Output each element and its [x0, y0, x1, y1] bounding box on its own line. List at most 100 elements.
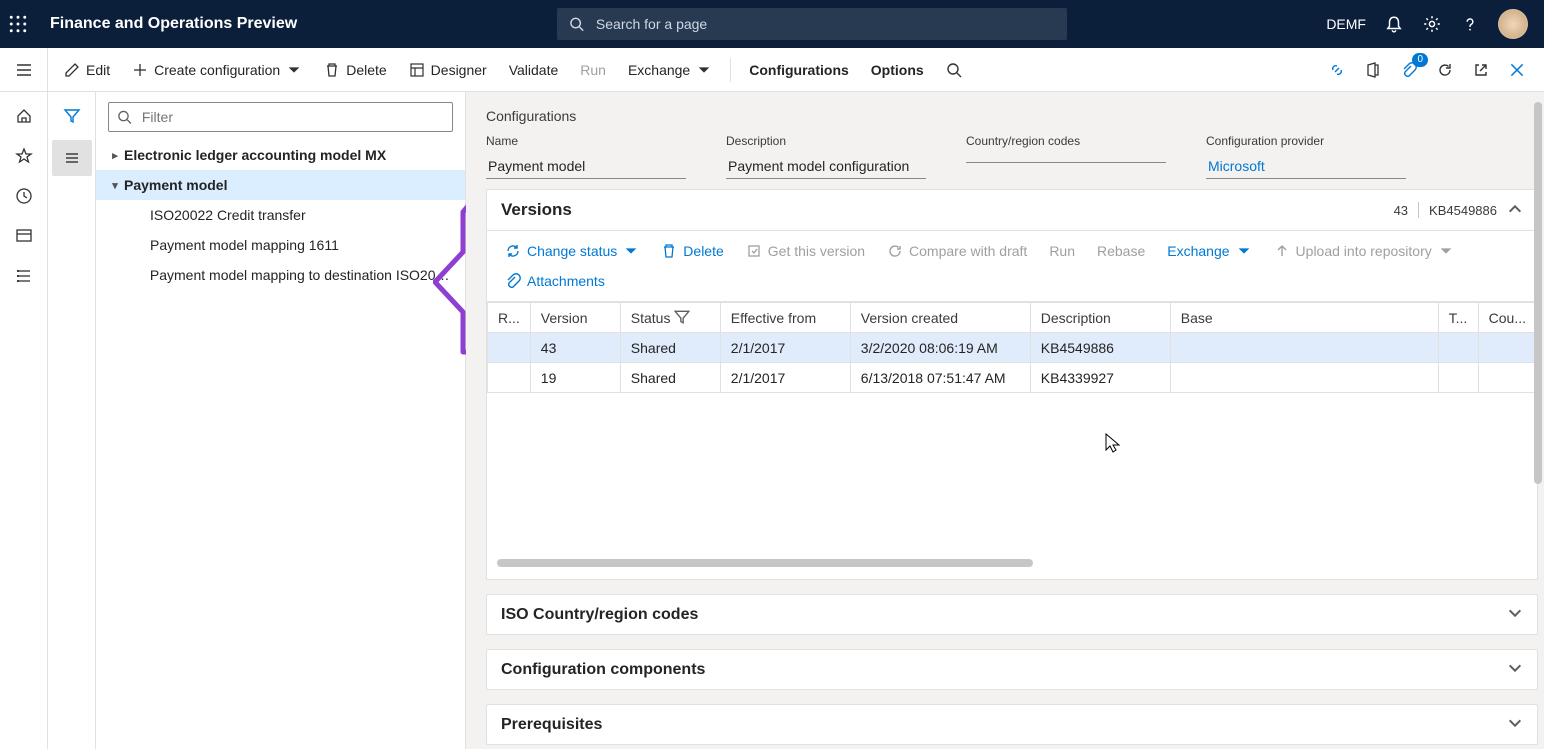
attachments-label: Attachments — [527, 273, 605, 289]
rail-recent-icon[interactable] — [4, 178, 44, 214]
cell-description[interactable]: KB4549886 — [1030, 333, 1170, 363]
tree-node[interactable]: ▸Electronic ledger accounting model MX — [96, 140, 465, 170]
cell-rowmark[interactable] — [488, 333, 531, 363]
rebase-button: Rebase — [1089, 239, 1153, 263]
top-navbar: Finance and Operations Preview DEMF — [0, 0, 1544, 48]
change-status-label: Change status — [527, 243, 617, 259]
cell-base[interactable] — [1170, 363, 1438, 393]
bell-icon[interactable] — [1384, 14, 1404, 34]
col-t[interactable]: T... — [1438, 303, 1478, 333]
tree-node[interactable]: ISO20022 Credit transfer — [96, 200, 465, 230]
version-exchange-button[interactable]: Exchange — [1159, 239, 1259, 263]
version-delete-button[interactable]: Delete — [653, 239, 731, 263]
office-icon[interactable] — [1362, 59, 1384, 81]
col-base[interactable]: Base — [1170, 303, 1438, 333]
tree-filter-box[interactable] — [108, 102, 453, 132]
field-value-provider[interactable]: Microsoft — [1206, 154, 1406, 179]
cell-status[interactable]: Shared — [620, 333, 720, 363]
gear-icon[interactable] — [1422, 14, 1442, 34]
refresh-icon[interactable] — [1434, 59, 1456, 81]
rail-workspaces-icon[interactable] — [4, 218, 44, 254]
cell-status[interactable]: Shared — [620, 363, 720, 393]
col-description[interactable]: Description — [1030, 303, 1170, 333]
field-value-region[interactable] — [966, 154, 1166, 163]
expand-icon[interactable]: ▾ — [106, 179, 124, 192]
cell-version[interactable]: 43 — [530, 333, 620, 363]
company-code[interactable]: DEMF — [1326, 16, 1366, 32]
field-value-name[interactable]: Payment model — [486, 154, 686, 179]
iso-header[interactable]: ISO Country/region codes — [487, 595, 1537, 634]
col-version[interactable]: Version — [530, 303, 620, 333]
cell-rowmark[interactable] — [488, 363, 531, 393]
rail-favorites-icon[interactable] — [4, 138, 44, 174]
options-tab[interactable]: Options — [861, 48, 934, 91]
tree-node[interactable]: Payment model mapping to destination ISO… — [96, 260, 465, 290]
tree-node[interactable]: Payment model mapping 1611 — [96, 230, 465, 260]
config-tree: ▸Electronic ledger accounting model MX▾P… — [96, 140, 465, 749]
cell-cou[interactable] — [1478, 363, 1536, 393]
rail-modules-icon[interactable] — [4, 258, 44, 294]
list-view-icon[interactable] — [52, 140, 92, 176]
horizontal-scrollbar[interactable] — [497, 559, 1527, 569]
field-label-name: Name — [486, 134, 686, 148]
chevron-down-icon — [1236, 243, 1252, 259]
edit-button[interactable]: Edit — [54, 48, 120, 91]
col-cou[interactable]: Cou... — [1478, 303, 1536, 333]
create-configuration-button[interactable]: Create configuration — [122, 48, 312, 91]
version-run-label: Run — [1049, 243, 1075, 259]
configurations-tab[interactable]: Configurations — [739, 48, 859, 91]
cell-cou[interactable] — [1478, 333, 1536, 363]
cell-base[interactable] — [1170, 333, 1438, 363]
col-created[interactable]: Version created — [850, 303, 1030, 333]
versions-grid-wrap[interactable]: R... Version Status Effective from Versi… — [487, 302, 1537, 553]
hamburger-icon[interactable] — [0, 48, 48, 91]
tree-filter-input[interactable] — [140, 108, 444, 126]
collapse-icon[interactable] — [1507, 201, 1523, 220]
prereq-header[interactable]: Prerequisites — [487, 705, 1537, 744]
cell-effective[interactable]: 2/1/2017 — [720, 363, 850, 393]
cell-created[interactable]: 3/2/2020 08:06:19 AM — [850, 333, 1030, 363]
col-rowmark[interactable]: R... — [488, 303, 531, 333]
col-effective[interactable]: Effective from — [720, 303, 850, 333]
cell-version[interactable]: 19 — [530, 363, 620, 393]
cell-created[interactable]: 6/13/2018 07:51:47 AM — [850, 363, 1030, 393]
attachments-button[interactable]: Attachments — [497, 269, 613, 293]
components-title: Configuration components — [501, 661, 705, 679]
app-title: Finance and Operations Preview — [50, 15, 297, 33]
user-avatar[interactable] — [1498, 9, 1528, 39]
col-status[interactable]: Status — [620, 303, 720, 333]
delete-button[interactable]: Delete — [314, 48, 396, 91]
validate-label: Validate — [509, 62, 559, 78]
help-icon[interactable] — [1460, 14, 1480, 34]
change-status-button[interactable]: Change status — [497, 239, 647, 263]
validate-button[interactable]: Validate — [499, 48, 569, 91]
cell-t[interactable] — [1438, 333, 1478, 363]
close-icon[interactable] — [1506, 59, 1528, 81]
global-search-input[interactable] — [594, 15, 1055, 33]
table-row[interactable]: 19Shared2/1/20176/13/2018 07:51:47 AMKB4… — [488, 363, 1537, 393]
cell-effective[interactable]: 2/1/2017 — [720, 333, 850, 363]
cell-t[interactable] — [1438, 363, 1478, 393]
iso-title: ISO Country/region codes — [501, 606, 698, 624]
scrollbar-thumb[interactable] — [1534, 102, 1542, 484]
components-header[interactable]: Configuration components — [487, 650, 1537, 689]
tree-node[interactable]: ▾Payment model — [96, 170, 465, 200]
designer-button[interactable]: Designer — [399, 48, 497, 91]
scrollbar-thumb[interactable] — [497, 559, 1033, 567]
link-icon[interactable] — [1326, 59, 1348, 81]
expand-icon[interactable]: ▸ — [106, 149, 124, 162]
rail-home-icon[interactable] — [4, 98, 44, 134]
chevron-down-icon — [623, 243, 639, 259]
funnel-icon[interactable] — [52, 98, 92, 134]
vertical-scrollbar[interactable] — [1534, 102, 1542, 739]
table-row[interactable]: 43Shared2/1/20173/2/2020 08:06:19 AMKB45… — [488, 333, 1537, 363]
waffle-icon[interactable] — [8, 14, 28, 34]
global-search[interactable] — [557, 8, 1067, 40]
run-button: Run — [570, 48, 616, 91]
attachments-icon[interactable]: 0 — [1398, 59, 1420, 81]
exchange-button[interactable]: Exchange — [618, 48, 722, 91]
find-button[interactable] — [936, 48, 972, 91]
popout-icon[interactable] — [1470, 59, 1492, 81]
field-value-description[interactable]: Payment model configuration — [726, 154, 926, 179]
cell-description[interactable]: KB4339927 — [1030, 363, 1170, 393]
